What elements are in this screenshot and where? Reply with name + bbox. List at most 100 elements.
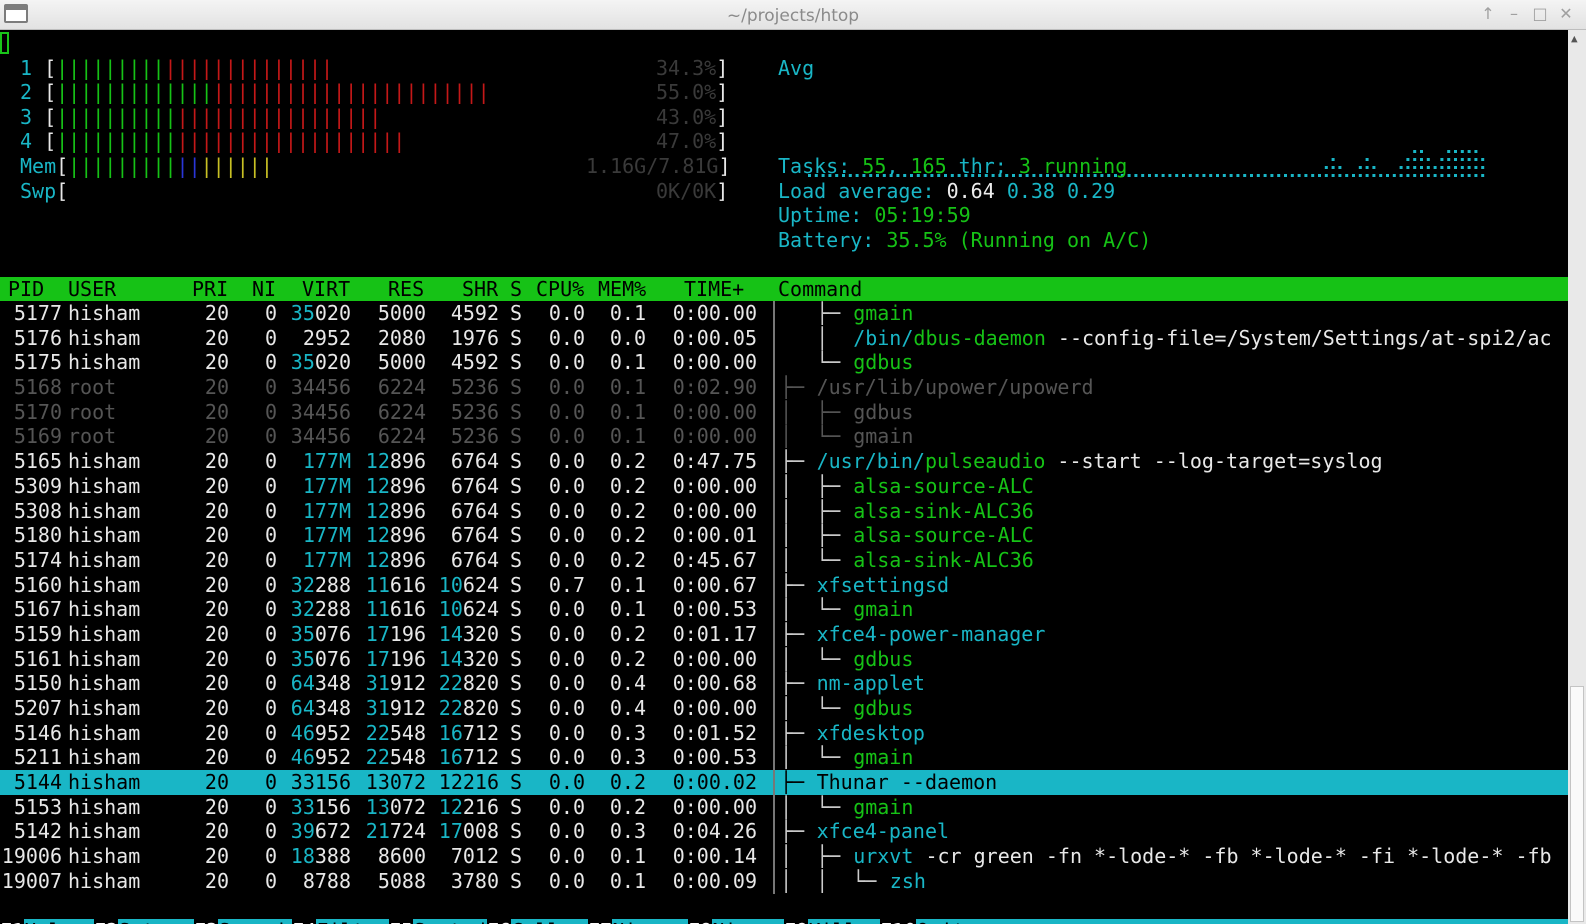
command-text: gdbus — [853, 350, 913, 375]
process-table[interactable]: 5177 hisham 20 0 35020 5000 4592 S 0.0 0.1 0:00.00… — [0, 301, 1568, 894]
cell-mem: 0.1 — [609, 301, 646, 325]
process-row[interactable]: 5146 hisham 20 0 46952 22548 16712 S 0.0 0.3 0:01.… — [0, 720, 1568, 746]
scrollbar[interactable]: ▲ — [1568, 30, 1586, 924]
fkey-f3[interactable]: F3 — [194, 919, 219, 924]
keep-above-icon[interactable]: ↑ — [1478, 4, 1498, 23]
process-row[interactable]: 5159 hisham 20 0 35076 17196 14320 S 0.0 0.2 0:01.… — [0, 621, 1568, 647]
column-header-s[interactable]: S — [510, 277, 522, 301]
command-text: gmain — [853, 745, 913, 770]
fkey-label-sorted[interactable]: Sorted — [413, 919, 485, 924]
cell-shr: 3780 — [450, 868, 499, 893]
minimize-icon[interactable]: – — [1504, 4, 1524, 23]
cell-shr: 16712 — [438, 720, 499, 745]
cell-res: 5000 — [377, 350, 426, 375]
close-icon[interactable]: ✕ — [1556, 4, 1576, 23]
column-header-pri[interactable]: PRI — [192, 277, 228, 301]
cell-s: S — [510, 473, 523, 498]
graph-dot — [1148, 174, 1151, 177]
scrollbar-thumb[interactable] — [1570, 686, 1584, 922]
process-row[interactable]: 5170 root 20 0 34456 6224 5236 S 0.0 0.1 0:00.00 │ … — [0, 399, 1568, 425]
fkey-f10[interactable]: F10 — [880, 919, 917, 924]
graph-dot — [1474, 166, 1478, 169]
process-row[interactable]: 5150 hisham 20 0 64348 31912 22820 S 0.0 0.4 0:00.… — [0, 671, 1568, 696]
cell-time: 0:00.00 — [672, 350, 757, 375]
column-header-shr[interactable]: SHR — [462, 277, 498, 301]
command-text: /usr/lib/upower/upowerd — [817, 375, 1094, 400]
command-args: --start --log-target=syslog — [1045, 449, 1383, 474]
cell-cpu: 0.0 — [548, 646, 585, 671]
column-header-command[interactable]: Command — [778, 277, 862, 301]
fkey-f6[interactable]: F6 — [487, 919, 512, 924]
column-header-mem[interactable]: MEM% — [598, 277, 646, 301]
fkey-label-quit[interactable]: Quit — [917, 919, 965, 924]
fkey-label-nice[interactable]: Nice - — [612, 919, 684, 924]
cell-cpu: 0.0 — [548, 720, 585, 745]
process-row[interactable]: 5169 root 20 0 34456 6224 5236 S 0.0 0.1 0:00.00 │ … — [0, 424, 1568, 450]
fkey-label-search[interactable]: Search — [218, 919, 290, 924]
fkey-label-setup[interactable]: Setup — [118, 919, 178, 924]
process-row[interactable]: 5176 hisham 20 0 2952 2080 1976 S 0.0 0.0 0:00.05 … — [0, 325, 1568, 351]
fkey-f7[interactable]: F7 — [588, 919, 613, 924]
fkey-f1[interactable]: F1 — [0, 919, 25, 924]
column-header-virt[interactable]: VIRT — [302, 277, 350, 301]
fkey-f9[interactable]: F9 — [784, 919, 809, 924]
graph-dot — [1331, 158, 1335, 161]
fkey-label-nice[interactable]: Nice + — [712, 919, 784, 924]
fkey-f8[interactable]: F8 — [688, 919, 713, 924]
process-row[interactable]: 5165 hisham 20 0 177M 12896 6764 S 0.0 0.2 0:47.75… — [0, 449, 1568, 474]
process-row[interactable]: 5207 hisham 20 0 64348 31912 22820 S 0.0 0.4 0:00.… — [0, 696, 1568, 721]
scroll-up-icon[interactable]: ▲ — [1571, 32, 1578, 45]
fkey-label-kill[interactable]: Kill — [808, 919, 856, 924]
process-row[interactable]: 5153 hisham 20 0 33156 13072 12216 S 0.0 0.2 0:00.… — [0, 794, 1568, 820]
terminal-area[interactable]: 1 [||||||||||||||||||||||| 34.3%] 2 [|||||… — [0, 30, 1568, 924]
process-row[interactable]: 5177 hisham 20 0 35020 5000 4592 S 0.0 0.1 0:00.00… — [0, 301, 1568, 326]
fkey-label-help[interactable]: Help — [24, 919, 72, 924]
load-15: 0.29 — [1067, 179, 1116, 203]
process-row[interactable]: 5167 hisham 20 0 32288 11616 10624 S 0.0 0.1 0:00.… — [0, 597, 1568, 622]
column-header-ni[interactable]: NI — [252, 277, 276, 301]
fkey-label-filter[interactable]: Filter — [316, 919, 388, 924]
process-row[interactable]: 19007 hisham 20 0 8788 5088 3780 S 0.0 0.1 0:00.09… — [0, 868, 1568, 894]
fkey-f4[interactable]: F4 — [292, 919, 317, 924]
column-header-pid[interactable]: PID — [8, 277, 44, 301]
cell-cpu: 0.0 — [548, 597, 585, 622]
cell-pri: 20 — [204, 819, 229, 844]
process-row[interactable]: 5168 root 20 0 34456 6224 5236 S 0.0 0.1 0:02.90 ├─… — [0, 375, 1568, 400]
running-count: 3 — [1018, 154, 1031, 178]
cell-mem: 0.2 — [609, 449, 646, 474]
command-name: xfce4-panel — [816, 819, 950, 844]
process-row[interactable]: 5211 hisham 20 0 46952 22548 16712 S 0.0 0.3 0:00.… — [0, 745, 1568, 771]
process-row[interactable]: 5142 hisham 20 0 39672 21724 17008 S 0.0 0.3 0:04.… — [0, 819, 1568, 845]
graph-dot — [1440, 166, 1444, 169]
column-header-cpu[interactable]: CPU% — [536, 277, 584, 301]
graph-dot — [1270, 174, 1274, 177]
column-header-user[interactable]: USER — [68, 277, 116, 301]
column-header-res[interactable]: RES — [388, 277, 424, 301]
process-row[interactable]: 5309 hisham 20 0 177M 12896 6764 S 0.0 0.2 0:00.00… — [0, 473, 1568, 499]
tree-branch: │ └─ — [780, 794, 853, 819]
maximize-icon[interactable]: □ — [1530, 4, 1550, 23]
fkey-label-collap[interactable]: Collap — [511, 919, 583, 924]
cell-pri: 20 — [204, 745, 229, 770]
process-row[interactable]: 5175 hisham 20 0 35020 5000 4592 S 0.0 0.1 0:00.00… — [0, 350, 1568, 376]
cell-pid: 5175 — [13, 350, 62, 375]
cell-user: hisham — [68, 621, 141, 646]
process-row[interactable]: 5144 hisham 20 0 33156 13072 12216 S 0.0 0.2 0:00.… — [0, 770, 1568, 795]
process-row[interactable]: 5180 hisham 20 0 177M 12896 6764 S 0.0 0.2 0:00.01… — [0, 523, 1568, 548]
fkey-f5[interactable]: F5 — [389, 919, 414, 924]
process-row[interactable]: 5174 hisham 20 0 177M 12896 6764 S 0.0 0.2 0:45.67… — [0, 547, 1568, 573]
cell-pid: 5309 — [13, 473, 62, 498]
cell-mem: 0.1 — [609, 844, 646, 869]
graph-dot — [1413, 158, 1417, 161]
process-row[interactable]: 19006 hisham 20 0 18388 8600 7012 S 0.0 0.1 0:00.1… — [0, 844, 1568, 869]
cell-cpu: 0.0 — [548, 671, 585, 696]
process-row[interactable]: 5160 hisham 20 0 32288 11616 10624 S 0.7 0.1 0:00.… — [0, 572, 1568, 598]
column-header-time[interactable]: TIME+ — [684, 277, 744, 301]
cell-s: S — [510, 572, 523, 597]
column-header-row[interactable]: PID USER PRI NI VIRT RES SHR S CPU% MEM% TIME+ Comm… — [0, 277, 1568, 301]
graph-label: Avg — [778, 56, 815, 80]
process-row[interactable]: 5308 hisham 20 0 177M 12896 6764 S 0.0 0.2 0:00.00… — [0, 498, 1568, 524]
graph-dot — [1284, 174, 1287, 177]
process-row[interactable]: 5161 hisham 20 0 35076 17196 14320 S 0.0 0.2 0:00.… — [0, 646, 1568, 672]
fkey-f2[interactable]: F2 — [94, 919, 119, 924]
